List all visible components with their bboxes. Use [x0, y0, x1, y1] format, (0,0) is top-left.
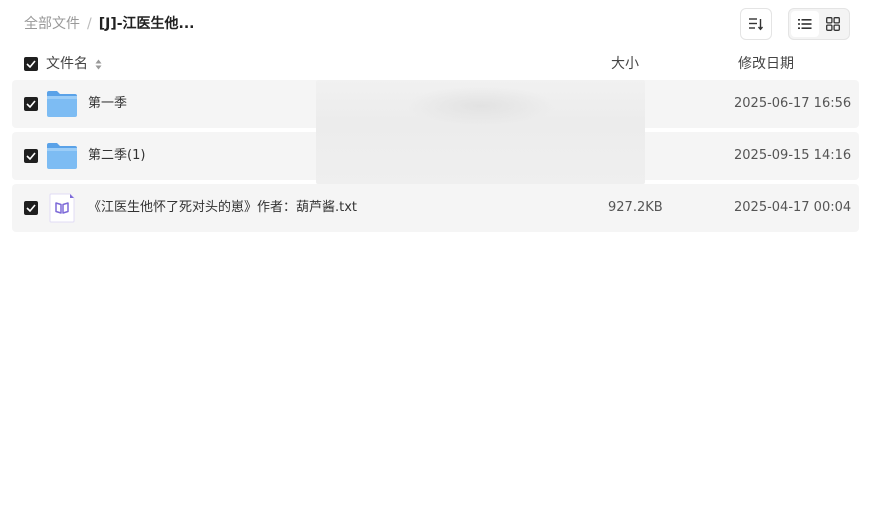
breadcrumb-current: [J]-江医生他...: [98, 16, 195, 32]
grid-view-icon: [826, 17, 840, 31]
folder-icon: [47, 143, 77, 169]
sort-caret-icon: [95, 59, 102, 69]
breadcrumb-separator: /: [87, 16, 92, 32]
header-size[interactable]: 大小: [611, 54, 639, 74]
row-checkbox[interactable]: [24, 97, 38, 111]
file-date: 2025-04-17 00:04: [734, 200, 852, 215]
check-icon: [26, 60, 36, 68]
file-name[interactable]: 《江医生他怀了死对头的崽》作者：葫芦酱.txt: [88, 198, 357, 218]
breadcrumb: 全部文件 / [J]-江医生他...: [24, 14, 195, 34]
list-view-button[interactable]: [791, 11, 819, 37]
grid-view-button[interactable]: [819, 11, 847, 37]
breadcrumb-root-link[interactable]: 全部文件: [24, 14, 80, 34]
sort-button[interactable]: [740, 8, 772, 40]
check-icon: [26, 100, 36, 108]
row-checkbox[interactable]: [24, 201, 38, 215]
file-date: 2025-09-15 14:16: [734, 148, 852, 163]
select-all-checkbox[interactable]: [24, 57, 38, 71]
check-icon: [26, 152, 36, 160]
top-bar: 全部文件 / [J]-江医生他...: [0, 0, 874, 48]
view-toggle: [788, 8, 850, 40]
header-name[interactable]: 文件名: [46, 54, 102, 74]
file-date: 2025-06-17 16:56: [734, 96, 852, 111]
book-file-icon: [49, 193, 75, 223]
file-size: 927.2KB: [608, 200, 663, 215]
sort-lines-icon: [749, 18, 764, 31]
list-view-icon: [798, 19, 812, 29]
folder-icon: [47, 91, 77, 117]
check-icon: [26, 204, 36, 212]
file-name[interactable]: 第二季(1): [88, 146, 145, 166]
table-row[interactable]: 《江医生他怀了死对头的崽》作者：葫芦酱.txt 927.2KB 2025-04-…: [12, 184, 859, 232]
row-checkbox[interactable]: [24, 149, 38, 163]
table-header: 文件名 大小 修改日期: [12, 52, 859, 76]
header-name-label: 文件名: [46, 56, 88, 72]
blurred-overlay: [316, 80, 645, 184]
file-name[interactable]: 第一季: [88, 94, 127, 114]
header-date[interactable]: 修改日期: [738, 54, 794, 74]
